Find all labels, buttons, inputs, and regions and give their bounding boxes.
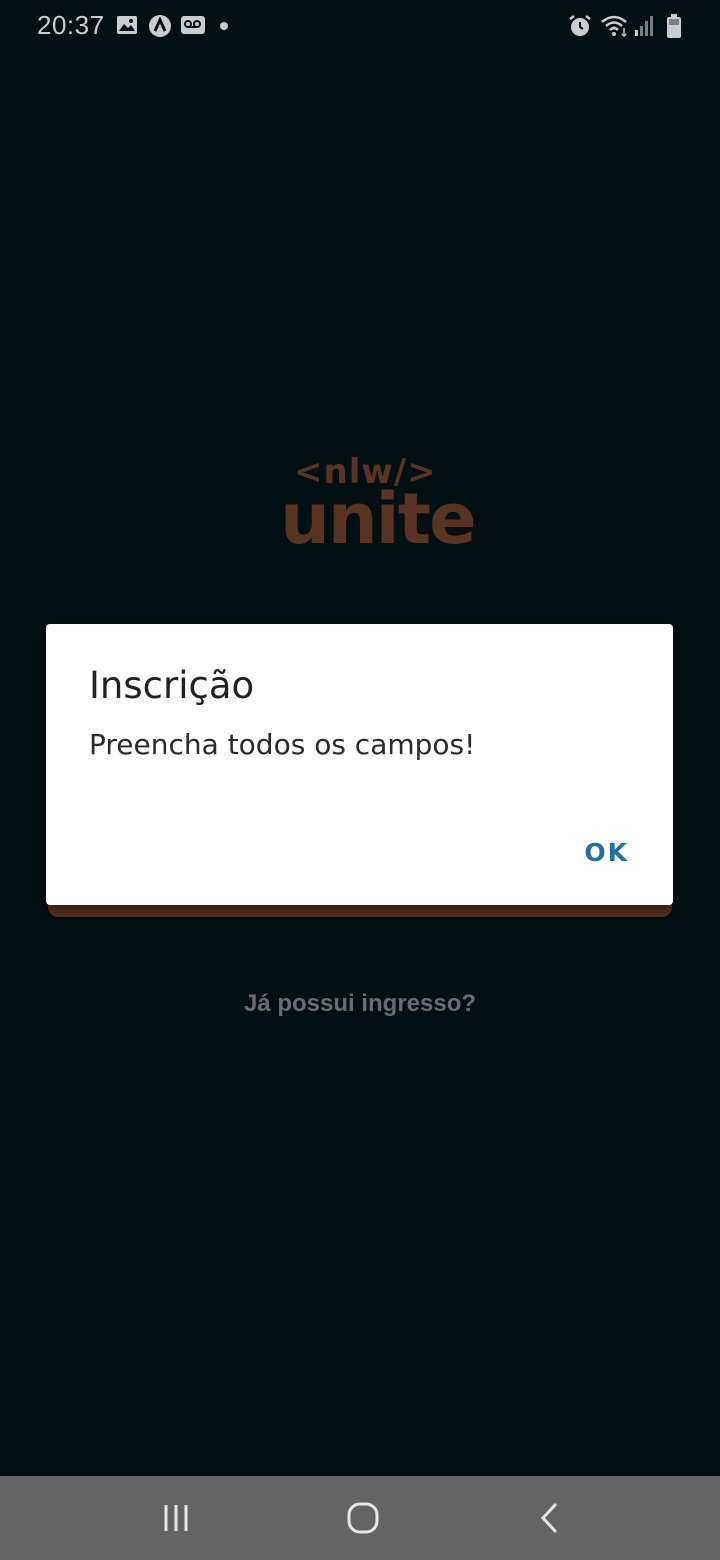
screen: 20:37 <nlw/> unite Já possui ingresso? I…: [0, 0, 720, 1560]
voicemail-icon: [180, 14, 206, 41]
battery-icon: [666, 14, 682, 45]
app-logo: <nlw/> unite: [280, 452, 477, 562]
recent-apps-button[interactable]: [116, 1476, 236, 1560]
recent-apps-icon: [164, 1505, 188, 1531]
status-time: 20:37: [37, 10, 105, 40]
wifi-icon: [600, 14, 630, 43]
app-icon: [148, 14, 172, 43]
logo-word: unite: [280, 478, 477, 560]
signal-icon: [634, 14, 656, 43]
image-icon: [116, 14, 138, 41]
home-button[interactable]: [303, 1476, 423, 1560]
dialog-title: Inscrição: [89, 664, 255, 707]
ok-button[interactable]: OK: [584, 838, 629, 867]
back-button[interactable]: [490, 1476, 610, 1560]
back-icon: [540, 1502, 558, 1534]
home-icon: [347, 1502, 379, 1534]
alert-dialog: Inscrição Preencha todos os campos! OK: [46, 624, 673, 905]
notification-dot: [220, 22, 228, 30]
navigation-bar: [0, 1476, 720, 1560]
alarm-icon: [568, 14, 592, 43]
status-bar: 20:37: [0, 0, 720, 54]
ticket-link[interactable]: Já possui ingresso?: [0, 990, 720, 1018]
dialog-message: Preencha todos os campos!: [89, 728, 476, 761]
